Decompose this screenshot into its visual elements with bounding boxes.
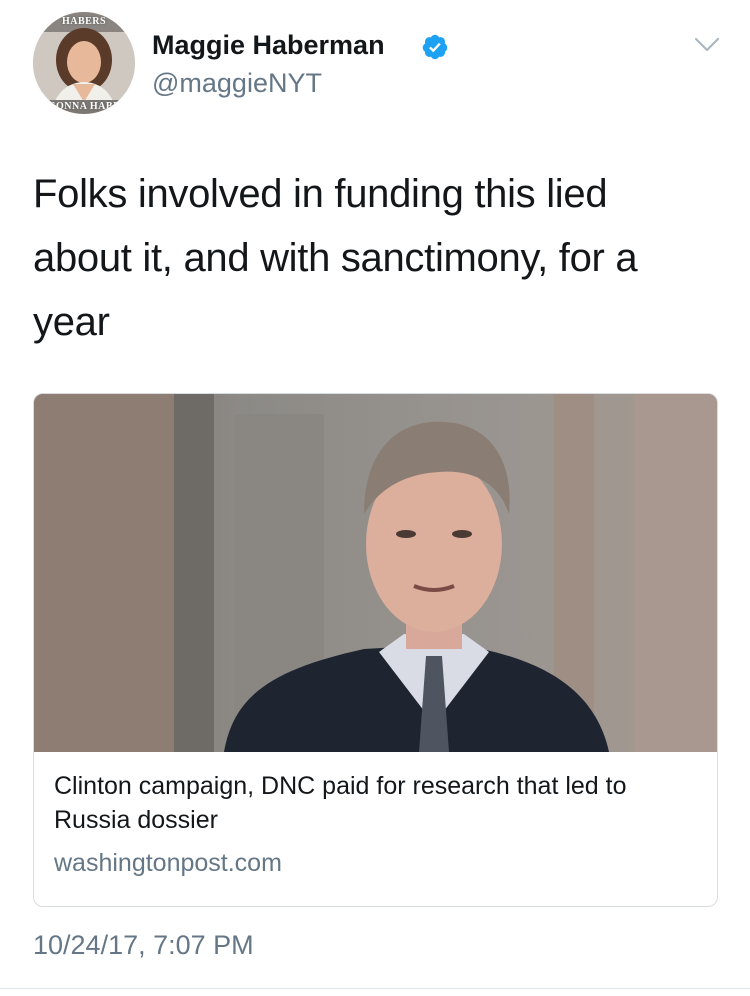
tweet-timestamp[interactable]: 10/24/17, 7:07 PM [33, 930, 254, 961]
link-card-domain: washingtonpost.com [54, 849, 282, 877]
avatar-photo [33, 12, 135, 114]
link-card-image [34, 394, 717, 752]
tweet-text: Folks involved in funding this lied abou… [33, 172, 638, 344]
link-card-title: Clinton campaign, DNC paid for research … [54, 772, 627, 834]
author-handle[interactable]: @maggieNYT [152, 68, 322, 99]
author-display-name[interactable]: Maggie Haberman [152, 30, 385, 61]
chevron-down-icon[interactable] [694, 36, 720, 54]
avatar-caption-bottom: GONNA HABE [47, 101, 121, 112]
avatar-caption-top: HABERS [61, 16, 107, 27]
author-avatar[interactable]: HABERS GONNA HABE [33, 12, 135, 114]
link-card[interactable]: Clinton campaign, DNC paid for research … [33, 393, 718, 907]
verified-badge-icon [422, 34, 448, 60]
divider [0, 988, 750, 989]
